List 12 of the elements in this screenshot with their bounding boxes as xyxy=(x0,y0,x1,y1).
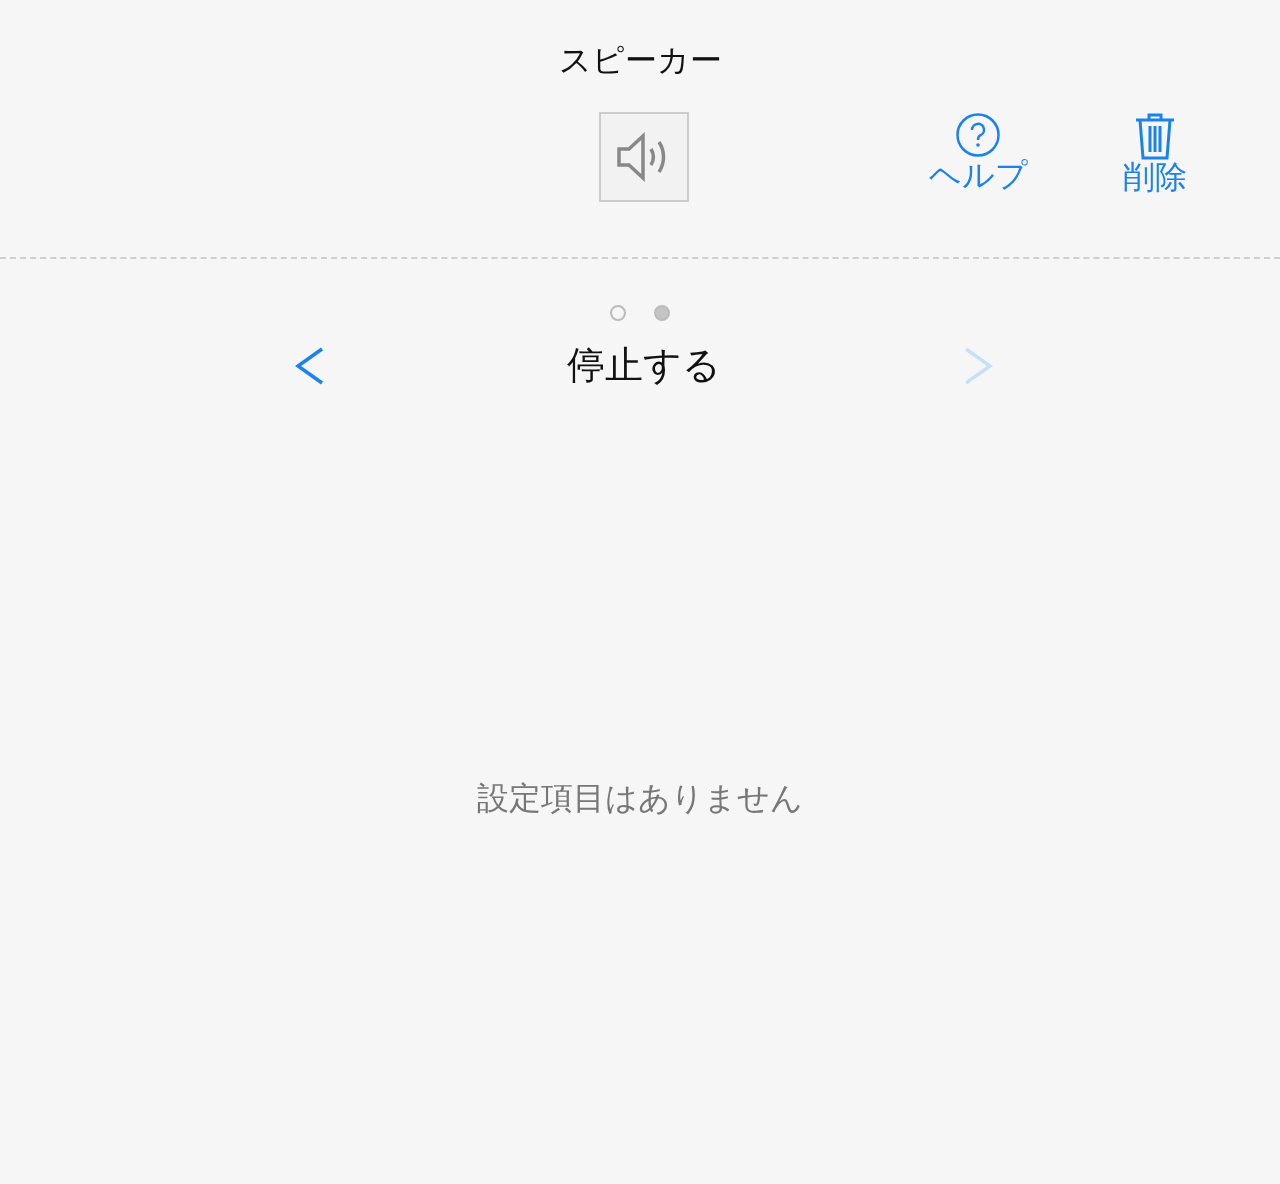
chevron-left-icon xyxy=(295,346,325,385)
page-dot[interactable] xyxy=(610,305,626,321)
speaker-button[interactable] xyxy=(599,112,689,202)
trash-icon xyxy=(1134,112,1176,160)
page-title: スピーカー xyxy=(557,40,723,81)
empty-message: 設定項目はありません xyxy=(476,778,804,819)
help-icon xyxy=(955,112,1001,158)
page-dot[interactable] xyxy=(654,305,670,321)
pager-title: 停止する xyxy=(566,342,722,389)
delete-button[interactable]: 削除 xyxy=(1105,112,1205,196)
help-button[interactable]: ヘルプ xyxy=(928,112,1028,194)
chevron-right-icon xyxy=(963,346,993,385)
